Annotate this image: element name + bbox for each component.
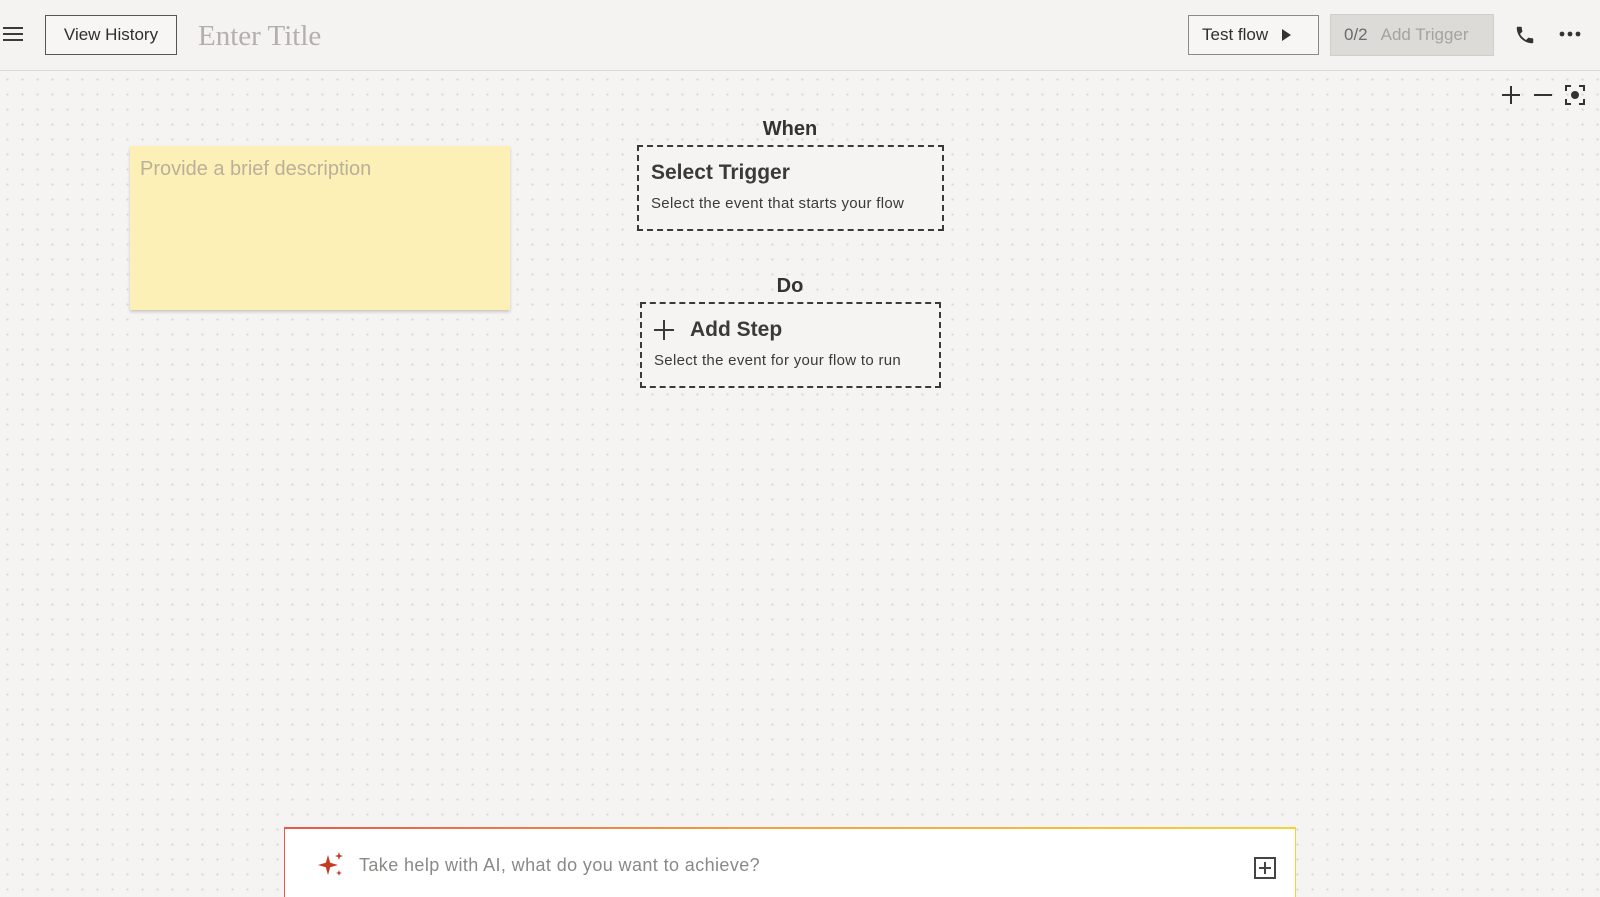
add-step-title: Add Step <box>690 318 783 341</box>
add-trigger-button[interactable]: 0/2 Add Trigger <box>1330 14 1494 56</box>
fit-view-icon[interactable] <box>1564 84 1586 106</box>
add-step-node[interactable]: Add Step Select the event for your flow … <box>640 302 941 388</box>
when-label: When <box>762 118 818 140</box>
zoom-in-icon[interactable] <box>1500 84 1522 106</box>
zoom-controls <box>1500 84 1586 106</box>
sparkle-icon <box>318 852 343 876</box>
top-bar: View History Test flow 0/2 Add Trigger <box>0 0 1600 71</box>
do-label: Do <box>776 275 804 297</box>
description-input[interactable] <box>130 146 510 310</box>
zoom-out-icon[interactable] <box>1532 84 1554 106</box>
test-flow-label: Test flow <box>1202 25 1269 44</box>
test-flow-button[interactable]: Test flow <box>1188 15 1319 55</box>
add-trigger-label: Add Trigger <box>1380 25 1469 44</box>
ai-prompt-input[interactable] <box>357 849 1217 881</box>
menu-icon[interactable] <box>3 27 23 43</box>
select-trigger-title: Select Trigger <box>651 161 790 184</box>
trigger-count: 0/2 <box>1344 25 1368 44</box>
ai-prompt-bar <box>284 827 1296 897</box>
play-icon <box>1282 29 1292 41</box>
description-note[interactable] <box>130 146 510 310</box>
view-history-button[interactable]: View History <box>45 15 177 55</box>
title-input[interactable] <box>196 14 556 58</box>
select-trigger-subtitle: Select the event that starts your flow <box>651 195 905 212</box>
more-icon[interactable] <box>1558 26 1582 42</box>
plus-icon <box>654 320 674 340</box>
attach-icon[interactable] <box>1253 856 1277 880</box>
add-step-subtitle: Select the event for your flow to run <box>654 352 902 369</box>
select-trigger-node[interactable]: Select Trigger Select the event that sta… <box>637 145 944 231</box>
phone-icon[interactable] <box>1514 24 1536 46</box>
